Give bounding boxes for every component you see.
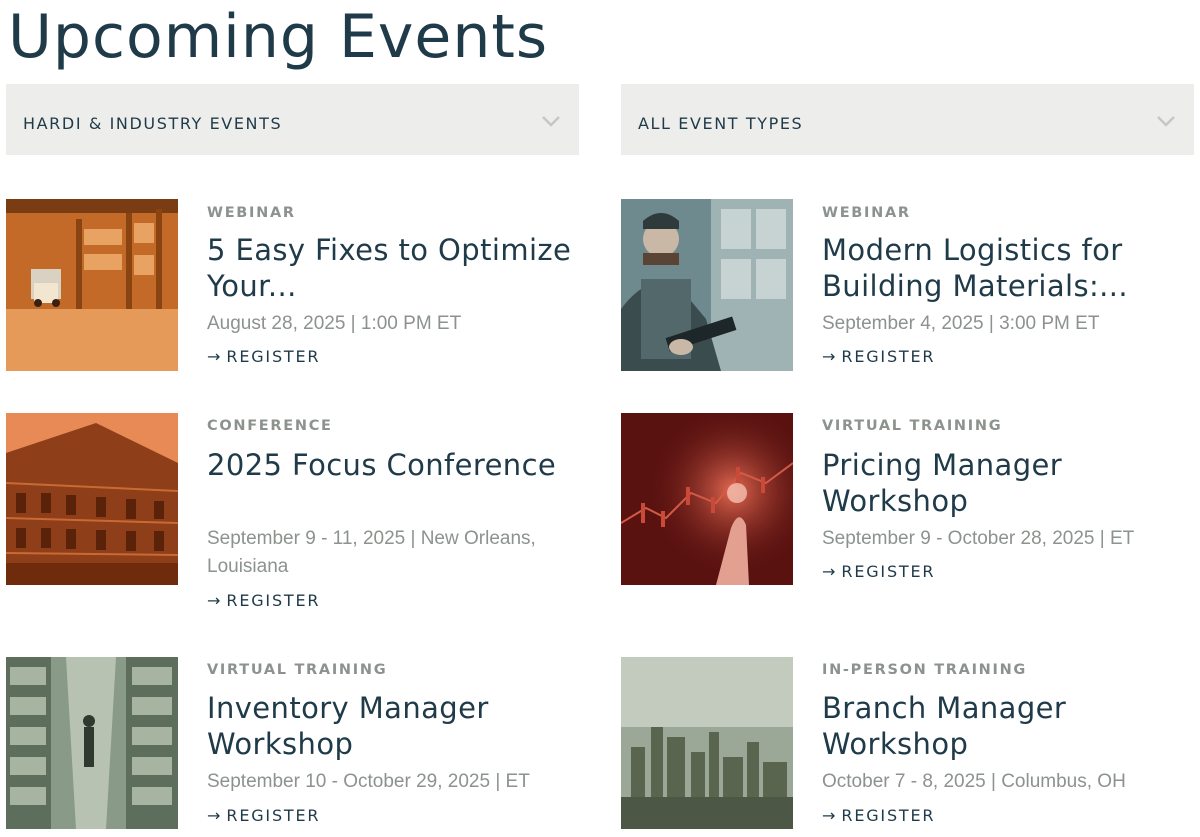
event-type: VIRTUAL TRAINING [822,418,1003,434]
event-source-dropdown-label: HARDI & INDUSTRY EVENTS [23,114,283,133]
event-image-warehouse[interactable] [6,199,178,371]
event-source-dropdown[interactable]: HARDI & INDUSTRY EVENTS [6,84,579,155]
arrow-right-icon: → [822,806,836,825]
arrow-right-icon: → [822,562,836,581]
event-date: September 4, 2025 | 3:00 PM ET [822,313,1100,334]
register-label: REGISTER [226,591,321,610]
event-type: IN-PERSON TRAINING [822,662,1028,678]
arrow-right-icon: → [207,347,221,366]
event-title-link[interactable]: Branch Manager Workshop [822,690,1192,762]
event-type-dropdown[interactable]: ALL EVENT TYPES [621,84,1194,155]
event-title-link[interactable]: Modern Logistics for Building Materials:… [822,232,1192,304]
page-title: Upcoming Events [8,2,549,72]
arrow-right-icon: → [822,347,836,366]
register-label: REGISTER [226,806,321,825]
event-date: September 9 - October 28, 2025 | ET [822,528,1135,549]
event-title-link[interactable]: 2025 Focus Conference [207,447,577,483]
event-type: VIRTUAL TRAINING [207,662,388,678]
event-type: WEBINAR [822,205,911,221]
register-label: REGISTER [841,806,936,825]
chevron-down-icon [541,112,561,131]
event-image-finance[interactable] [621,413,793,585]
register-label: REGISTER [226,347,321,366]
chevron-down-icon [1156,112,1176,131]
register-label: REGISTER [841,347,936,366]
event-type: CONFERENCE [207,418,333,434]
register-link[interactable]: → REGISTER [207,806,320,825]
event-type: WEBINAR [207,205,296,221]
event-date: August 28, 2025 | 1:00 PM ET [207,313,462,334]
event-image-new-orleans[interactable] [6,413,178,585]
event-title-link[interactable]: Pricing Manager Workshop [822,447,1192,519]
event-image-worker[interactable] [621,199,793,371]
event-image-city[interactable] [621,657,793,829]
event-date: October 7 - 8, 2025 | Columbus, OH [822,771,1126,792]
register-link[interactable]: → REGISTER [207,591,320,610]
event-image-warehouse-aisle[interactable] [6,657,178,829]
event-title-link[interactable]: Inventory Manager Workshop [207,690,577,762]
event-date: September 10 - October 29, 2025 | ET [207,771,530,792]
register-link[interactable]: → REGISTER [822,562,935,581]
arrow-right-icon: → [207,591,221,610]
register-label: REGISTER [841,562,936,581]
arrow-right-icon: → [207,806,221,825]
event-type-dropdown-label: ALL EVENT TYPES [638,114,804,133]
event-date: September 9 - 11, 2025 | New Orleans, Lo… [207,528,536,577]
register-link[interactable]: → REGISTER [207,347,320,366]
event-title-link[interactable]: 5 Easy Fixes to Optimize Your... [207,232,577,304]
register-link[interactable]: → REGISTER [822,806,935,825]
register-link[interactable]: → REGISTER [822,347,935,366]
